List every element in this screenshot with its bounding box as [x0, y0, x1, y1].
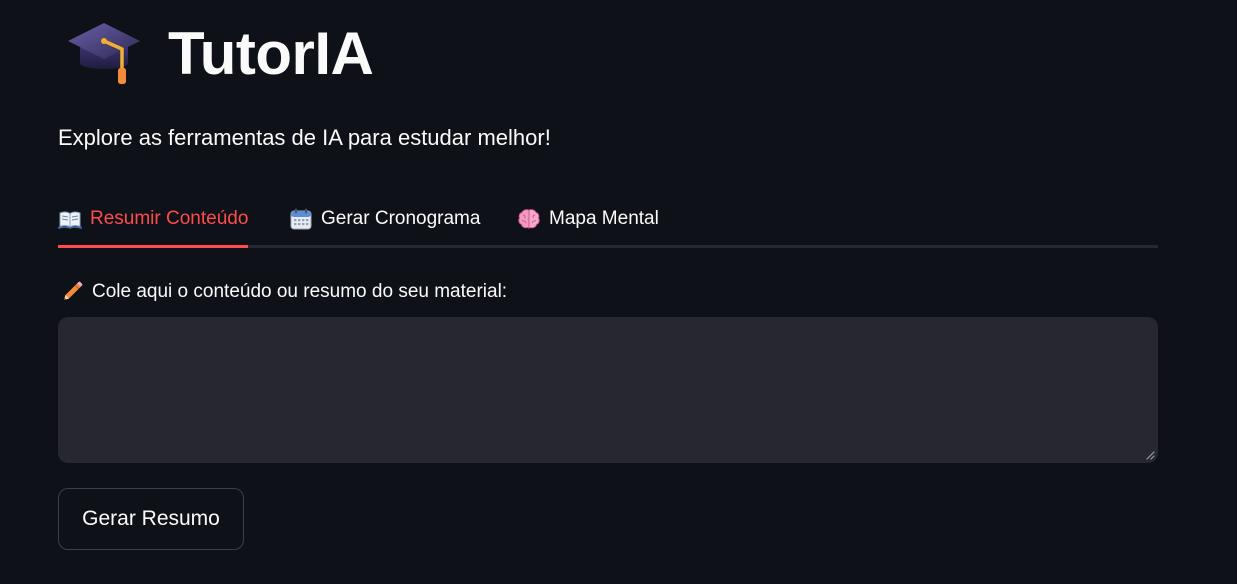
brain-icon: [518, 208, 540, 228]
calendar-icon: [290, 208, 312, 229]
app-root: TutorIA Explore as ferramentas de IA par…: [0, 0, 1237, 584]
tab-resumir-conteudo[interactable]: Resumir Conteúdo: [58, 192, 249, 248]
content-textarea-container: [58, 317, 1158, 463]
page-title: TutorIA: [168, 20, 374, 87]
tab-label: Mapa Mental: [549, 207, 659, 229]
title-row: TutorIA: [66, 14, 374, 94]
textarea-label-text: Cole aqui o conteúdo ou resumo do seu ma…: [92, 281, 508, 302]
gerar-resumo-button[interactable]: Gerar Resumo: [58, 488, 244, 550]
tab-bar: Resumir Conteúdo Gerar Cronograma Mapa M…: [58, 192, 1158, 248]
page-subtitle: Explore as ferramentas de IA para estuda…: [58, 125, 551, 150]
tab-label: Resumir Conteúdo: [90, 207, 249, 229]
open-book-icon: [58, 210, 82, 229]
graduation-cap-icon: [68, 23, 140, 84]
content-textarea[interactable]: [58, 317, 1158, 463]
tab-gerar-cronograma[interactable]: Gerar Cronograma: [289, 192, 480, 245]
tab-mapa-mental[interactable]: Mapa Mental: [517, 192, 659, 245]
tab-label: Gerar Cronograma: [321, 207, 481, 229]
pencil-icon: [64, 281, 83, 300]
resize-handle-icon[interactable]: [1145, 450, 1155, 460]
textarea-label: Cole aqui o conteúdo ou resumo do seu ma…: [60, 280, 507, 304]
